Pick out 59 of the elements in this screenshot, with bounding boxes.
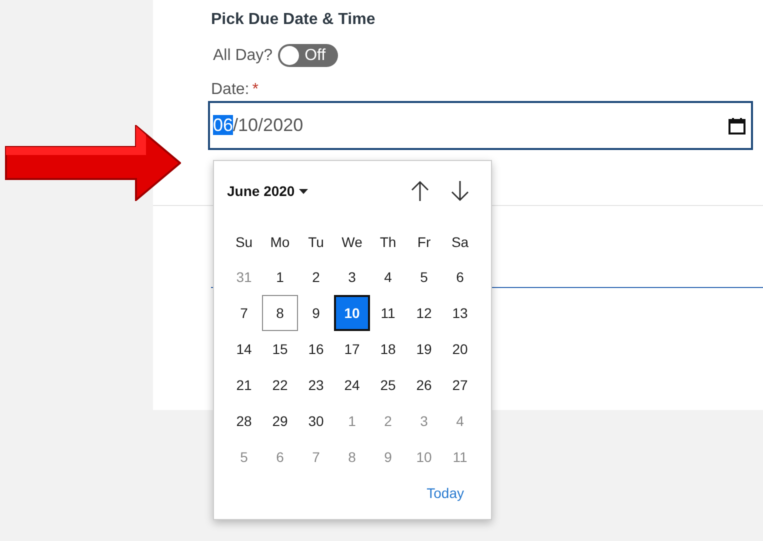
weekday-label: Su [234, 233, 254, 252]
caret-icon [298, 188, 308, 194]
calendar-day[interactable]: 13 [442, 295, 478, 331]
calendar-day[interactable]: 2 [298, 259, 334, 295]
calendar-day[interactable]: 26 [406, 367, 442, 403]
required-mark: * [252, 81, 258, 99]
all-day-toggle[interactable]: Off [278, 44, 338, 67]
calendar-day[interactable]: 6 [442, 259, 478, 295]
calendar-day[interactable]: 3 [406, 403, 442, 439]
calendar-day[interactable]: 9 [298, 295, 334, 331]
calendar-day[interactable]: 15 [262, 331, 298, 367]
calendar-day[interactable]: 24 [334, 367, 370, 403]
calendar-day[interactable]: 12 [406, 295, 442, 331]
calendar-day[interactable]: 4 [442, 403, 478, 439]
calendar-day[interactable]: 25 [370, 367, 406, 403]
calendar-day[interactable]: 10 [406, 439, 442, 475]
weekday-label: Mo [269, 233, 291, 252]
calendar-day[interactable]: 1 [334, 403, 370, 439]
calendar-day[interactable]: 7 [298, 439, 334, 475]
calendar-day[interactable]: 4 [370, 259, 406, 295]
weekday-label: Sa [450, 233, 470, 252]
month-dropdown[interactable]: June 2020 [227, 183, 308, 199]
calendar-day[interactable]: 3 [334, 259, 370, 295]
calendar-day[interactable]: 16 [298, 331, 334, 367]
calendar-day[interactable]: 28 [226, 403, 262, 439]
calendar-day[interactable]: 1 [262, 259, 298, 295]
calendar-day[interactable]: 30 [298, 403, 334, 439]
calendar-day[interactable]: 7 [226, 295, 262, 331]
calendar-day[interactable]: 11 [442, 439, 478, 475]
calendar-day[interactable]: 31 [226, 259, 262, 295]
weekday-label: Fr [416, 233, 432, 252]
calendar-day[interactable]: 22 [262, 367, 298, 403]
date-input-field[interactable]: 06/10/2020 [208, 101, 753, 150]
weekday-label: Th [378, 233, 398, 252]
calendar-day[interactable]: 20 [442, 331, 478, 367]
calendar-day[interactable]: 10 [334, 295, 370, 331]
calendar-day[interactable]: 11 [370, 295, 406, 331]
section-title: Pick Due Date & Time [211, 11, 376, 29]
calendar-day[interactable]: 21 [226, 367, 262, 403]
calendar-day[interactable]: 23 [298, 367, 334, 403]
calendar-day[interactable]: 18 [370, 331, 406, 367]
calendar-day[interactable]: 27 [442, 367, 478, 403]
calendar-day[interactable]: 17 [334, 331, 370, 367]
calendar-day[interactable]: 8 [262, 295, 298, 331]
calendar-day[interactable]: 29 [262, 403, 298, 439]
weekday-label: Tu [307, 233, 325, 252]
calendar-day[interactable]: 19 [406, 331, 442, 367]
weekday-label: We [340, 233, 364, 252]
calendar-day[interactable]: 2 [370, 403, 406, 439]
calendar-day[interactable]: 9 [370, 439, 406, 475]
toggle-label: All Day? [213, 46, 273, 64]
calendar-day[interactable]: 14 [226, 331, 262, 367]
calendar-day[interactable]: 5 [406, 259, 442, 295]
calendar-day[interactable]: 5 [226, 439, 262, 475]
calendar-icon [728, 116, 746, 134]
field-label: Date: [211, 81, 250, 99]
calendar-day[interactable]: 8 [334, 439, 370, 475]
calendar-day[interactable]: 6 [262, 439, 298, 475]
today-link[interactable]: Today [426, 485, 464, 501]
